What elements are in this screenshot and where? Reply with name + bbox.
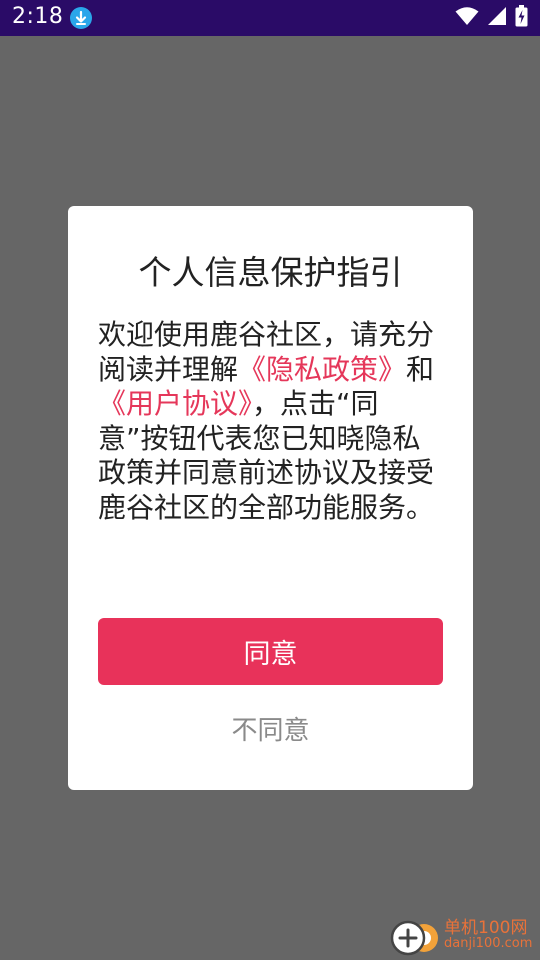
agree-button[interactable]: 同意 <box>98 618 443 685</box>
status-icons <box>455 5 528 31</box>
wifi-icon <box>455 6 479 30</box>
watermark: 单机100网 danji100.com <box>388 912 536 956</box>
disagree-button[interactable]: 不同意 <box>98 708 443 748</box>
watermark-url: danji100.com <box>444 936 533 951</box>
battery-charging-icon <box>515 5 528 31</box>
status-time: 2:18 <box>12 4 64 29</box>
download-icon <box>70 7 92 29</box>
screen: 2:18 个人信息保护指引 欢迎使用鹿谷社区，请充分阅读并理解《隐私政策》和《用… <box>0 0 540 960</box>
dialog-title: 个人信息保护指引 <box>138 253 403 292</box>
dialog-body: 欢迎使用鹿谷社区，请充分阅读并理解《隐私政策》和《用户协议》，点击“同意”按钮代… <box>98 318 443 525</box>
signal-icon <box>487 6 507 30</box>
privacy-dialog: 个人信息保护指引 欢迎使用鹿谷社区，请充分阅读并理解《隐私政策》和《用户协议》，… <box>68 206 473 790</box>
watermark-name: 单机100网 <box>444 918 528 938</box>
body-text-and: 和 <box>406 352 435 386</box>
user-agreement-link[interactable]: 《用户协议》 <box>98 387 252 420</box>
status-bar: 2:18 <box>0 0 540 36</box>
privacy-policy-link[interactable]: 《隐私政策》 <box>238 353 406 386</box>
